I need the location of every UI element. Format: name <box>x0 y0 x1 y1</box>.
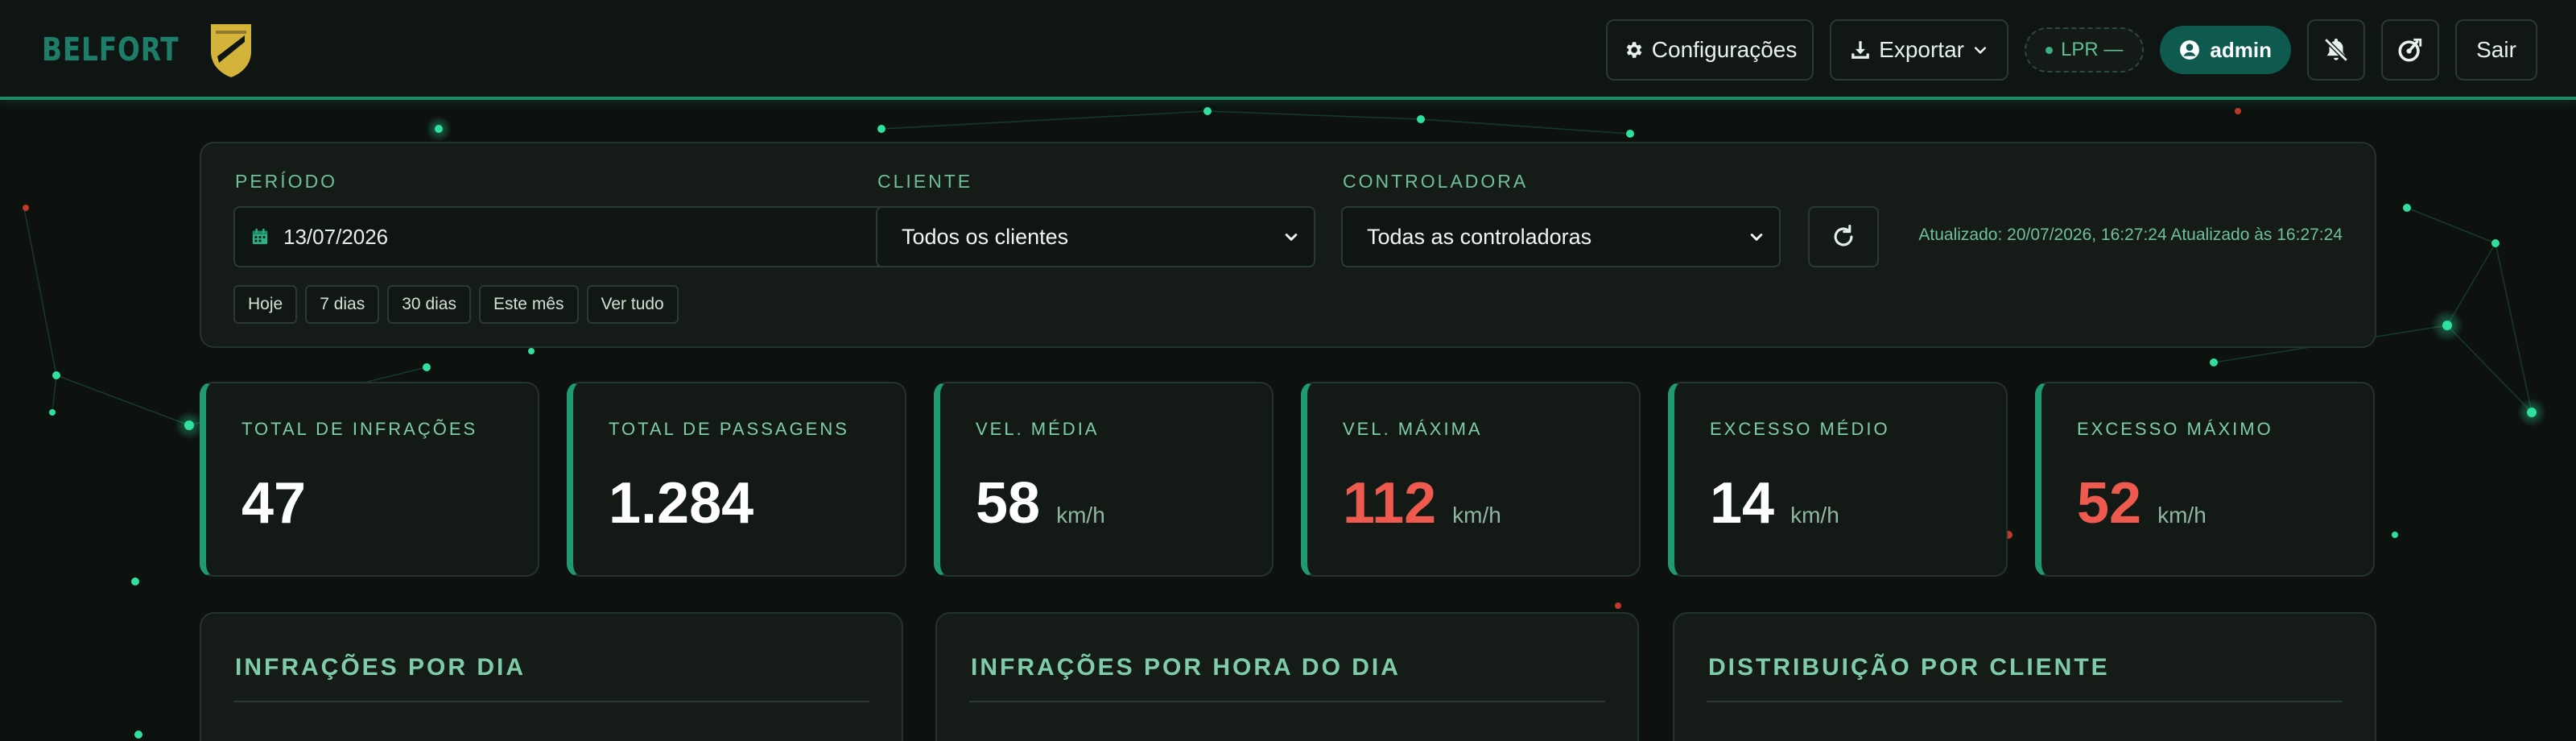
logout-button[interactable]: Sair <box>2455 19 2537 81</box>
kpi-label: TOTAL DE INFRAÇÕES <box>242 419 478 439</box>
kpi-label: EXCESSO MÉDIO <box>1710 419 1890 439</box>
chart-card-distribution-by-client: DISTRIBUIÇÃO POR CLIENTE <box>1673 612 2376 741</box>
kpi-card-max-excess: EXCESSO MÁXIMO 52 km/h <box>2035 382 2375 577</box>
chart-card-infractions-per-day: INFRAÇÕES POR DIA <box>200 612 903 741</box>
export-label: Exportar <box>1879 37 1964 62</box>
filter-panel: PERÍODO CLIENTE CONTROLADORA 13/07/2026 … <box>200 142 2376 348</box>
quick-range-7-days[interactable]: 7 dias <box>305 285 380 324</box>
user-name: admin <box>2210 37 2272 62</box>
client-label: CLIENTE <box>877 171 973 192</box>
kpi-label: TOTAL DE PASSAGENS <box>609 419 849 439</box>
kpi-unit: km/h <box>2157 503 2207 528</box>
user-circle-icon <box>2180 40 2200 60</box>
logout-label: Sair <box>2476 37 2516 62</box>
kpi-label: VEL. MÁXIMA <box>1343 419 1483 439</box>
kpi-card-max-speed: VEL. MÁXIMA 112 km/h <box>1301 382 1641 577</box>
quick-range-all[interactable]: Ver tudo <box>586 285 679 324</box>
kpi-value: 1.284 <box>609 471 754 536</box>
controller-select-value: Todas as controladoras <box>1367 224 1592 249</box>
user-menu-button[interactable]: admin <box>2160 26 2291 74</box>
gear-icon <box>1626 42 1642 58</box>
quick-range-30-days[interactable]: 30 dias <box>387 285 471 324</box>
header-actions: Configurações Exportar LPR — admin Sair <box>1606 19 2537 81</box>
export-button[interactable]: Exportar <box>1830 19 2009 81</box>
settings-button[interactable]: Configurações <box>1606 19 1814 81</box>
chart-title: INFRAÇÕES POR DIA <box>235 654 526 681</box>
chart-divider <box>233 701 869 702</box>
quick-range-group: Hoje 7 dias 30 dias Este mês Ver tudo <box>233 285 679 324</box>
period-label: PERÍODO <box>235 171 338 192</box>
chevron-down-icon <box>1974 47 1987 54</box>
bell-off-icon <box>2324 38 2348 62</box>
chart-card-infractions-per-hour: INFRAÇÕES POR HORA DO DIA <box>935 612 1639 741</box>
kpi-unit: km/h <box>1452 503 1501 528</box>
chart-divider <box>969 701 1605 702</box>
lpr-status-dot <box>2046 46 2054 54</box>
shield-logo-icon <box>210 24 251 77</box>
kpi-card-total-passages: TOTAL DE PASSAGENS 1.284 <box>567 382 906 577</box>
chevron-down-icon <box>1285 234 1298 241</box>
kpi-value: 14 <box>1710 471 1775 536</box>
chart-title: DISTRIBUIÇÃO POR CLIENTE <box>1708 654 2110 681</box>
client-select-value: Todos os clientes <box>902 224 1069 249</box>
kpi-unit: km/h <box>1790 503 1839 528</box>
chart-title: INFRAÇÕES POR HORA DO DIA <box>971 654 1401 681</box>
brand-logo[interactable]: BELFORT <box>42 21 254 79</box>
client-select[interactable]: Todos os clientes <box>876 206 1315 267</box>
lpr-status-badge: LPR — <box>2025 27 2145 72</box>
quick-range-today[interactable]: Hoje <box>233 285 298 324</box>
calendar-icon <box>252 228 268 245</box>
top-bar: BELFORT Configurações Exportar LPR — adm… <box>0 0 2576 100</box>
kpi-value: 58 <box>976 471 1041 536</box>
download-icon <box>1852 41 1869 59</box>
speed-monitor-button[interactable] <box>2381 19 2439 81</box>
controller-select[interactable]: Todas as controladoras <box>1341 206 1781 267</box>
kpi-value: 112 <box>1343 471 1437 536</box>
lpr-status-label: LPR — <box>2061 39 2124 60</box>
notifications-toggle-button[interactable] <box>2307 19 2365 81</box>
refresh-icon <box>1834 224 1853 246</box>
kpi-label: VEL. MÉDIA <box>976 419 1100 439</box>
brand-name: BELFORT <box>42 31 180 68</box>
refresh-button[interactable] <box>1808 206 1879 267</box>
gauge-icon <box>2398 38 2422 62</box>
kpi-card-avg-excess: EXCESSO MÉDIO 14 km/h <box>1668 382 2008 577</box>
chevron-down-icon <box>1750 234 1763 241</box>
kpi-unit: km/h <box>1056 503 1105 528</box>
last-updated-text: Atualizado: 20/07/2026, 16:27:24 Atualiz… <box>1918 226 2343 244</box>
period-date-value: 13/07/2026 <box>283 224 389 249</box>
kpi-value: 52 <box>2077 471 2142 536</box>
kpi-value: 47 <box>242 471 307 536</box>
kpi-label: EXCESSO MÁXIMO <box>2077 419 2273 439</box>
kpi-card-total-infractions: TOTAL DE INFRAÇÕES 47 <box>200 382 539 577</box>
settings-label: Configurações <box>1651 37 1798 62</box>
quick-range-this-month[interactable]: Este mês <box>478 285 579 324</box>
chart-divider <box>1707 701 2343 702</box>
kpi-card-avg-speed: VEL. MÉDIA 58 km/h <box>934 382 1274 577</box>
controller-label: CONTROLADORA <box>1343 171 1529 192</box>
